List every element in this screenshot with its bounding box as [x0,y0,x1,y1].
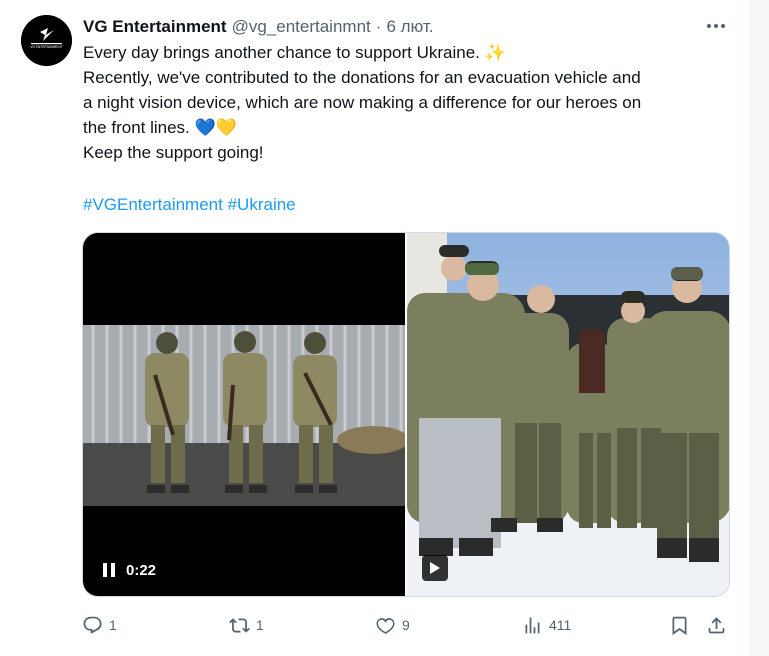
retweet-button[interactable]: 1 [229,612,264,638]
pause-icon[interactable] [101,562,117,578]
group-photo-image [407,233,729,596]
tweet-text: Every day brings another chance to suppo… [83,40,733,165]
photo-thumbnail[interactable] [407,233,729,596]
play-button[interactable] [422,555,448,581]
tweet-line: Keep the support going! [83,143,264,162]
hashtags: #VGEntertainment #Ukraine [83,192,296,217]
reply-button[interactable]: 1 [82,612,117,638]
avatar[interactable]: VG ENTERTAINMENT [21,15,72,66]
more-icon [707,24,725,28]
tweet-header: VG Entertainment @vg_entertainmnt · 6 лю… [83,15,434,39]
hashtag-link[interactable]: #Ukraine [228,195,296,214]
bookmark-button[interactable] [669,612,690,638]
heart-icon [376,617,395,634]
vg-logo-icon: VG ENTERTAINMENT [21,15,72,66]
video-timestamp: 0:22 [126,561,157,579]
retweet-icon [229,617,250,633]
views-button[interactable]: 411 [522,612,571,638]
reply-icon [83,616,102,634]
tweet-time[interactable]: 6 лют. [386,17,433,37]
like-button[interactable]: 9 [375,612,410,638]
video-thumbnail [83,325,405,506]
like-count: 9 [402,617,410,633]
media-grid: 0:22 [82,232,730,597]
tweet-card[interactable]: VG ENTERTAINMENT VG Entertainment @vg_en… [0,0,751,656]
tweet-actions: 1 1 9 411 [0,612,751,638]
play-icon [430,562,440,574]
hashtag-link[interactable]: #VGEntertainment [83,195,223,214]
share-button[interactable] [706,612,727,638]
tweet-line: Recently, we've contributed to the donat… [83,68,641,87]
views-count: 411 [549,617,572,633]
tweet-line: a night vision device, which are now mak… [83,93,642,112]
retweet-count: 1 [256,617,264,633]
share-icon [708,616,725,633]
tweet-line: the front lines. 💙💛 [83,118,237,137]
author-name[interactable]: VG Entertainment [83,17,227,37]
more-options-button[interactable] [704,16,728,36]
author-handle[interactable]: @vg_entertainmnt [232,17,371,37]
tweet-line: Every day brings another chance to suppo… [83,43,506,62]
video-controls: 0:22 [101,558,156,582]
video-player[interactable]: 0:22 [83,233,405,596]
analytics-icon [525,617,540,633]
reply-count: 1 [109,617,117,633]
avatar-text: VG ENTERTAINMENT [30,45,62,49]
separator-dot: · [375,17,382,36]
bookmark-icon [672,616,687,635]
